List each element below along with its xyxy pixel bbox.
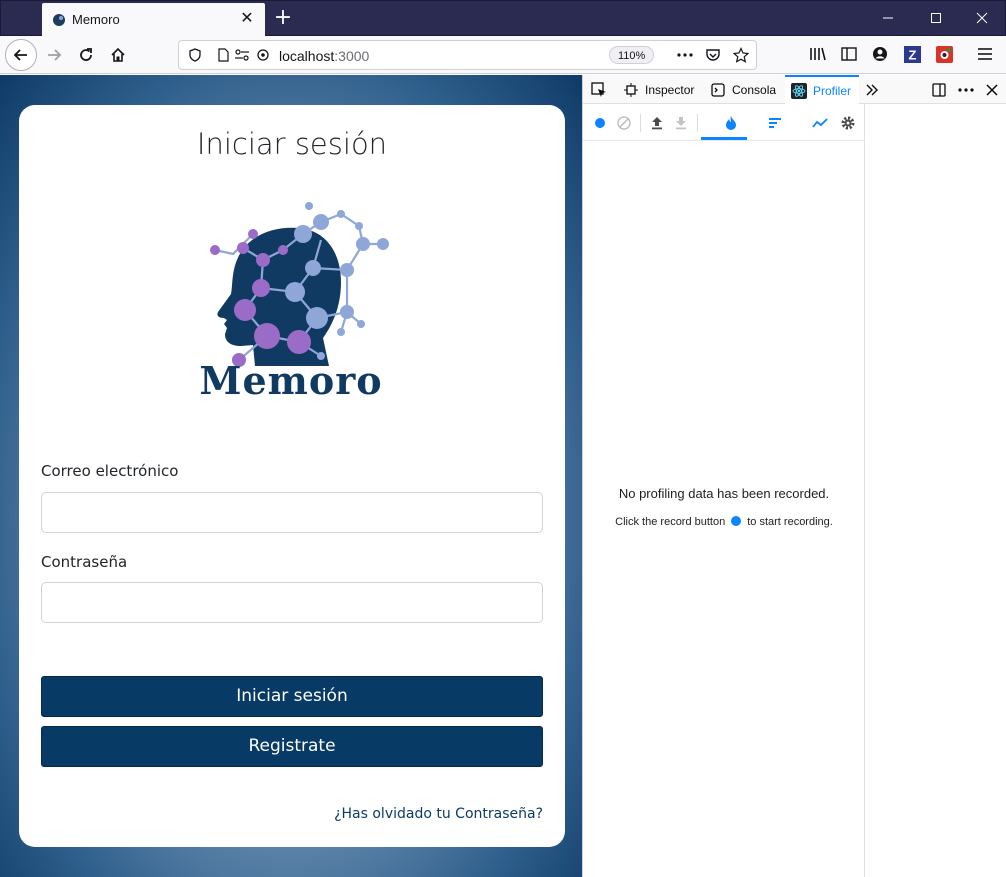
hint-text-after: to start recording. (747, 516, 833, 528)
tab-profiler[interactable]: Profiler (785, 75, 860, 104)
reload-icon (80, 48, 92, 61)
timeline-tab[interactable] (811, 114, 829, 132)
url-bar[interactable]: localhost:3000 110% (178, 40, 757, 70)
empty-state-hint: Click the record button to start recordin… (583, 516, 865, 528)
close-window-button[interactable] (959, 1, 1005, 35)
home-icon (111, 47, 125, 62)
nav-bar: localhost:3000 110% Z (0, 36, 1006, 74)
back-button[interactable] (5, 39, 37, 71)
url-text[interactable]: localhost:3000 (279, 48, 369, 64)
close-devtools-button[interactable] (986, 75, 998, 104)
download-icon (676, 117, 686, 130)
permissions-icon[interactable] (234, 47, 250, 63)
profiler-pane: No profiling data has been recorded. Cli… (583, 104, 865, 877)
record-button[interactable] (591, 114, 609, 132)
reload-button[interactable] (70, 39, 102, 71)
active-view-indicator (701, 137, 747, 140)
zoom-badge[interactable]: 110% (609, 46, 655, 64)
page-background: Iniciar sesión Memoro Correo electrónico… (0, 75, 582, 877)
clear-icon (617, 116, 631, 130)
tab-inspector[interactable]: Inspector (623, 75, 694, 104)
picker-icon (591, 81, 606, 97)
devtools-tabbar: Inspector Consola Profiler (583, 75, 1006, 104)
chevrons-right-icon (866, 84, 878, 95)
more-options-icon (958, 87, 974, 92)
timeline-chart-icon (812, 118, 828, 128)
more-actions-icon[interactable] (677, 47, 693, 63)
tracking-icon[interactable] (255, 47, 271, 63)
record-dot-icon (731, 516, 742, 526)
menu-icon[interactable] (975, 44, 995, 64)
inspector-icon (623, 82, 639, 98)
arrow-right-icon (48, 49, 62, 61)
profiler-toolbar (583, 104, 865, 141)
login-button[interactable]: Iniciar sesión (41, 676, 543, 717)
empty-state-message: No profiling data has been recorded. (618, 486, 830, 501)
bookmark-star-icon[interactable] (733, 47, 749, 63)
gear-icon (841, 116, 855, 130)
load-profile-button[interactable] (648, 114, 666, 132)
clear-profiling-button[interactable] (615, 114, 633, 132)
dock-icon (932, 82, 946, 97)
email-field[interactable] (41, 492, 543, 533)
close-tab-icon[interactable]: ✕ (237, 9, 257, 29)
password-label: Contraseña (41, 553, 128, 571)
page-title: Iniciar sesión (196, 127, 388, 161)
hint-text-before: Click the record button (615, 516, 726, 528)
tab-inspector-label: Inspector (645, 82, 695, 97)
upload-icon (652, 117, 662, 130)
save-profile-button[interactable] (672, 114, 690, 132)
account-icon[interactable] (870, 44, 890, 64)
memoro-logo: Memoro (199, 202, 389, 400)
dock-button[interactable] (931, 75, 947, 104)
memoro-favicon-icon (53, 14, 65, 26)
devtools-options-button[interactable] (958, 75, 974, 104)
console-icon (710, 82, 726, 98)
maximize-button[interactable] (913, 1, 959, 35)
toolbar-separator (640, 114, 641, 132)
page-icon (215, 47, 231, 63)
minimize-button[interactable] (865, 1, 911, 35)
element-picker-button[interactable] (591, 75, 607, 104)
tab-console[interactable]: Consola (710, 75, 776, 104)
browser-tab[interactable]: Memoro ✕ (42, 3, 265, 37)
pocket-icon[interactable] (705, 47, 721, 63)
profiler-settings-button[interactable] (839, 114, 857, 132)
tab-title: Memoro (72, 12, 120, 27)
email-label: Correo electrónico (41, 462, 179, 480)
logo-text: Memoro (199, 358, 382, 400)
register-button[interactable]: Registrate (41, 726, 543, 767)
ranked-icon (769, 118, 781, 128)
more-tabs-button[interactable] (865, 75, 879, 104)
forgot-password-link[interactable]: ¿Has olvidado tu Contraseña? (334, 806, 543, 822)
password-field[interactable] (41, 582, 543, 623)
url-port: :3000 (334, 48, 370, 64)
login-card: Iniciar sesión Memoro Correo electrónico… (19, 105, 565, 847)
ranked-chart-tab[interactable] (766, 114, 784, 132)
close-icon (986, 83, 998, 96)
home-button[interactable] (102, 39, 134, 71)
new-tab-button[interactable]: + (271, 7, 295, 31)
tab-profiler-label: Profiler (813, 83, 852, 98)
tab-strip: Memoro ✕ + (0, 0, 1006, 37)
toolbar-separator (697, 114, 698, 132)
tab-console-label: Consola (732, 82, 777, 97)
sidebar-icon[interactable] (839, 44, 859, 64)
arrow-left-icon (13, 49, 27, 61)
record-icon (595, 118, 605, 128)
library-icon[interactable] (808, 44, 828, 64)
bug-extension-icon[interactable] (934, 44, 954, 64)
url-host: localhost (279, 48, 335, 64)
zotero-extension-icon[interactable]: Z (902, 44, 922, 64)
flame-icon (726, 116, 736, 130)
shield-icon[interactable] (187, 47, 203, 63)
react-icon (791, 82, 807, 99)
devtools-panel: Inspector Consola Profiler No profiling … (582, 75, 1006, 877)
flamegraph-tab[interactable] (722, 114, 740, 132)
forward-button[interactable] (38, 39, 70, 71)
svg-text:Z: Z (908, 47, 916, 62)
